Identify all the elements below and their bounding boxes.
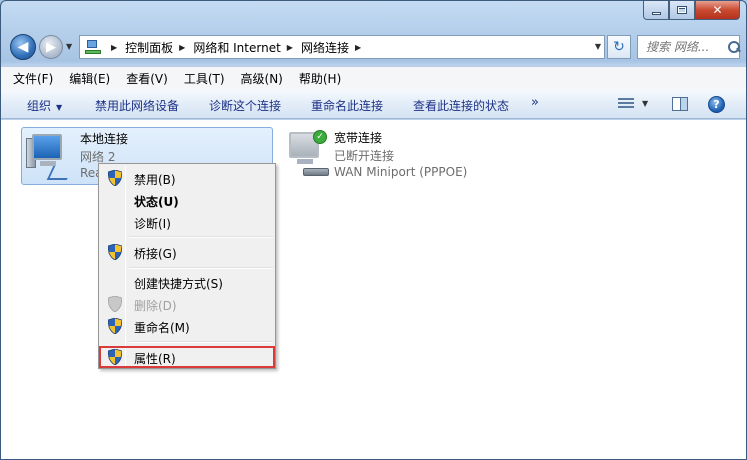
broadband-adapter-icon: ✓	[283, 130, 331, 180]
menu-tools[interactable]: 工具(T)	[184, 70, 225, 87]
maximize-button[interactable]	[669, 1, 695, 20]
help-icon[interactable]: ?	[708, 96, 725, 113]
uac-shield-icon	[108, 244, 122, 260]
connection-broadband[interactable]: ✓ 宽带连接 已断开连接 WAN Miniport (PPPOE)	[283, 128, 483, 186]
rename-button[interactable]: 重命名此连接	[311, 97, 383, 114]
explorer-window: ✕ ◀ ▶ ▼ ▶ 控制面板 ▶ 网络和 Internet ▶ 网络连接 ▶ ▼…	[0, 0, 747, 460]
menu-separator	[129, 236, 273, 238]
diagnose-button[interactable]: 诊断这个连接	[209, 97, 281, 114]
network-adapter-icon	[26, 132, 74, 182]
menu-label: 禁用(B)	[134, 173, 176, 187]
preview-pane-icon[interactable]	[672, 97, 688, 111]
command-bar: 组织 ▼ 禁用此网络设备 诊断这个连接 重命名此连接 查看此连接的状态 » ▼ ?	[1, 89, 746, 119]
recent-pages-dropdown[interactable]: ▼	[66, 42, 72, 51]
breadcrumb-control-panel[interactable]: 控制面板	[125, 39, 173, 56]
menu-edit[interactable]: 编辑(E)	[69, 70, 110, 87]
menu-view[interactable]: 查看(V)	[126, 70, 168, 87]
maximize-icon	[677, 6, 687, 14]
search-box[interactable]	[637, 35, 740, 59]
back-button[interactable]: ◀	[10, 34, 36, 60]
connection-status: 已断开连接	[334, 149, 395, 163]
menu-label: 诊断(I)	[134, 217, 171, 231]
menu-item-delete: 删除(D)	[101, 293, 273, 315]
view-status-button[interactable]: 查看此连接的状态	[413, 97, 509, 114]
address-dropdown-icon[interactable]: ▼	[595, 42, 601, 51]
close-icon: ✕	[712, 3, 723, 17]
disable-device-button[interactable]: 禁用此网络设备	[95, 97, 179, 114]
close-button[interactable]: ✕	[695, 1, 740, 20]
navigation-bar: ◀ ▶ ▼ ▶ 控制面板 ▶ 网络和 Internet ▶ 网络连接 ▶ ▼ ↻	[1, 31, 746, 63]
uac-shield-icon	[108, 296, 122, 312]
menu-item-rename[interactable]: 重命名(M)	[101, 315, 273, 337]
menu-item-diagnose[interactable]: 诊断(I)	[101, 211, 273, 233]
minimize-icon	[651, 11, 661, 15]
menu-item-disable[interactable]: 禁用(B)	[101, 167, 273, 189]
forward-button[interactable]: ▶	[39, 35, 63, 59]
forward-arrow-icon: ▶	[46, 39, 56, 55]
menu-file[interactable]: 文件(F)	[13, 70, 53, 87]
refresh-button[interactable]: ↻	[607, 35, 631, 59]
menu-label: 重命名(M)	[134, 321, 190, 335]
menu-help[interactable]: 帮助(H)	[299, 70, 341, 87]
chevron-right-icon[interactable]: ▶	[111, 43, 117, 52]
more-commands-button[interactable]: »	[531, 95, 539, 110]
uac-shield-icon	[108, 170, 122, 186]
menu-bar: 文件(F) 编辑(E) 查看(V) 工具(T) 高级(N) 帮助(H)	[1, 66, 746, 89]
chevron-down-icon[interactable]: ▼	[642, 99, 648, 108]
menu-separator	[129, 267, 273, 269]
menu-separator	[129, 341, 273, 343]
organize-button[interactable]: 组织 ▼	[27, 97, 62, 114]
breadcrumb-network-internet[interactable]: 网络和 Internet	[193, 39, 280, 56]
chevron-right-icon[interactable]: ▶	[179, 43, 185, 52]
change-view-icon[interactable]	[618, 98, 634, 111]
caption-buttons: ✕	[643, 1, 740, 20]
chevron-down-icon: ▼	[56, 103, 63, 112]
menu-advanced[interactable]: 高级(N)	[241, 70, 283, 87]
context-menu: 禁用(B) 状态(U) 诊断(I) 桥接(G) 创建快捷方式(S) 删除(D) …	[98, 163, 276, 369]
address-bar[interactable]: ▶ 控制面板 ▶ 网络和 Internet ▶ 网络连接 ▶ ▼	[79, 35, 605, 59]
chevron-right-icon[interactable]: ▶	[355, 43, 361, 52]
highlight-box	[99, 346, 275, 368]
organize-label: 组织	[27, 99, 52, 113]
menu-item-status[interactable]: 状态(U)	[101, 189, 273, 211]
search-input[interactable]	[646, 40, 728, 54]
menu-label: 删除(D)	[134, 299, 177, 313]
search-icon[interactable]	[728, 41, 740, 53]
refresh-icon: ↻	[613, 39, 625, 55]
back-arrow-icon: ◀	[17, 39, 29, 55]
menu-label: 创建快捷方式(S)	[134, 277, 223, 291]
uac-shield-icon	[108, 318, 122, 334]
menu-item-bridge[interactable]: 桥接(G)	[101, 241, 273, 263]
menu-label: 桥接(G)	[134, 247, 177, 261]
connection-device: WAN Miniport (PPPOE)	[334, 165, 468, 179]
breadcrumb-network-connections[interactable]: 网络连接	[301, 39, 349, 56]
help-glyph: ?	[713, 98, 720, 111]
check-icon: ✓	[313, 130, 327, 144]
minimize-button[interactable]	[643, 1, 669, 20]
connection-name: 本地连接	[80, 132, 129, 146]
network-folder-icon	[85, 39, 101, 55]
menu-label: 状态(U)	[134, 195, 179, 209]
menu-item-create-shortcut[interactable]: 创建快捷方式(S)	[101, 271, 273, 293]
chevron-right-icon[interactable]: ▶	[287, 43, 293, 52]
connection-name: 宽带连接	[334, 131, 383, 145]
